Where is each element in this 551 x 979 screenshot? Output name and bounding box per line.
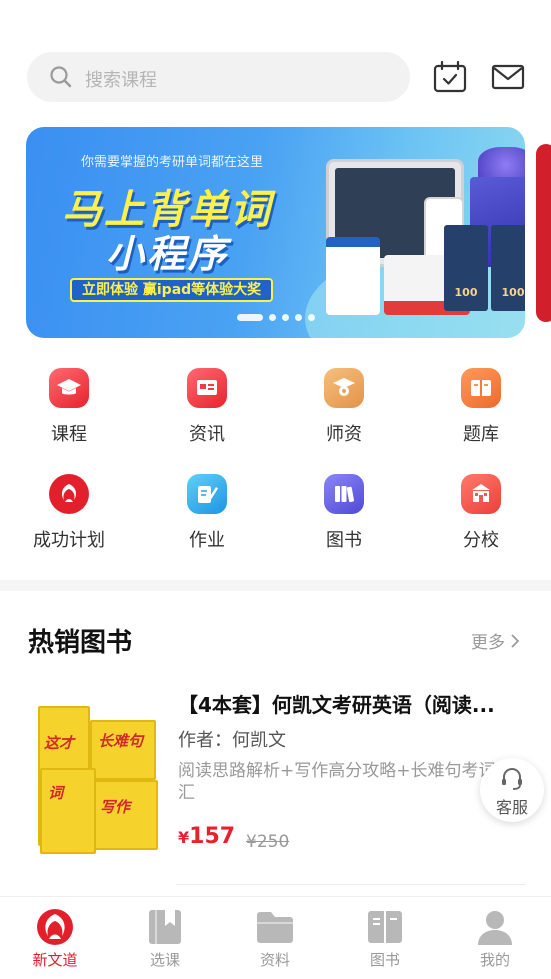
carousel-dot[interactable] (308, 314, 315, 321)
school-icon (461, 474, 501, 514)
price-value: 157 (189, 824, 236, 849)
news-icon (187, 368, 227, 408)
tab-courses[interactable]: 选课 (125, 907, 205, 970)
banner-cta[interactable]: 立即体验 赢ipad等体验大奖 (70, 278, 274, 302)
more-label: 更多 (471, 633, 505, 653)
top-header: 搜索课程 (27, 52, 527, 104)
category-label: 分校 (463, 530, 499, 551)
section-title: 热销图书 (28, 628, 133, 658)
book-original-price: ¥250 (246, 832, 290, 852)
list-separator (176, 884, 526, 885)
category-label: 师资 (326, 424, 362, 445)
carousel-dot[interactable] (282, 314, 289, 321)
question-bank-icon (461, 368, 501, 408)
carousel-dot[interactable] (295, 314, 302, 321)
tab-label: 图书 (369, 951, 400, 969)
gift-bag-image: 100 (491, 225, 525, 311)
homework-icon (187, 474, 227, 514)
books-icon (324, 474, 364, 514)
graduation-cap-icon (49, 368, 89, 408)
category-label: 图书 (326, 530, 362, 551)
tab-label: 我的 (479, 951, 510, 969)
tab-label: 新文道 (32, 951, 78, 969)
bottom-tab-bar: 新文道 选课 资料 图书 我的 (0, 896, 551, 979)
bookmark-book-icon (125, 907, 205, 947)
carousel-dot[interactable] (269, 314, 276, 321)
category-question-bank[interactable]: 题库 (431, 368, 531, 446)
currency-symbol: ¥ (178, 828, 190, 847)
book-cover-image: 这才 长难句 词 写作 (38, 700, 158, 856)
category-label: 作业 (189, 530, 225, 551)
book-price: ¥157 (178, 824, 235, 849)
promo-banner[interactable]: 你需要掌握的考研单词都在这里 马上背单词 小程序 立即体验 赢ipad等体验大奖… (26, 127, 525, 338)
vocab-card-image (326, 237, 380, 315)
section-divider (0, 580, 551, 591)
headset-icon (500, 766, 524, 796)
chevron-right-icon (510, 633, 520, 653)
book-title[interactable]: 【4本套】何凯文考研英语（阅读... (178, 689, 528, 718)
customer-service-label: 客服 (495, 798, 528, 817)
folder-icon (235, 907, 315, 947)
carousel-dot[interactable] (237, 314, 263, 321)
carousel-indicator (237, 314, 315, 321)
tab-books[interactable]: 图书 (345, 907, 425, 970)
tab-profile[interactable]: 我的 (455, 907, 535, 970)
tab-label: 选课 (149, 951, 180, 969)
customer-service-button[interactable]: 客服 (480, 758, 544, 822)
book-description: 阅读思路解析+写作高分攻略+长难句考词汇 (178, 761, 496, 803)
tab-home[interactable]: 新文道 (15, 907, 95, 970)
more-link[interactable]: 更多 (471, 628, 520, 653)
category-books[interactable]: 图书 (294, 474, 394, 552)
mail-icon[interactable] (491, 60, 525, 94)
search-icon (49, 65, 73, 93)
category-news[interactable]: 资讯 (157, 368, 257, 446)
search-input[interactable]: 搜索课程 (27, 52, 410, 102)
category-teachers[interactable]: 师资 (294, 368, 394, 446)
banner-title-line2: 小程序 (106, 232, 230, 276)
user-icon (455, 907, 535, 947)
teacher-icon (324, 368, 364, 408)
book-author: 作者：何凯文 (178, 730, 286, 751)
banner-subtitle: 你需要掌握的考研单词都在这里 (81, 155, 264, 170)
phoenix-logo-icon (49, 474, 89, 514)
category-label: 课程 (51, 424, 87, 445)
category-homework[interactable]: 作业 (157, 474, 257, 552)
category-label: 成功计划 (33, 530, 105, 551)
next-banner-peek[interactable] (536, 144, 551, 322)
open-book-icon (345, 907, 425, 947)
category-label: 资讯 (189, 424, 225, 445)
category-branch-schools[interactable]: 分校 (431, 474, 531, 552)
category-courses[interactable]: 课程 (19, 368, 119, 446)
tab-materials[interactable]: 资料 (235, 907, 315, 970)
category-success-plan[interactable]: 成功计划 (19, 474, 119, 552)
category-label: 题库 (463, 424, 499, 445)
book-item[interactable]: 这才 长难句 词 写作 【4本套】何凯文考研英语（阅读... 作者：何凯文 阅读… (30, 692, 525, 878)
gift-bag-image: 100 (444, 225, 488, 311)
search-placeholder: 搜索课程 (85, 70, 157, 91)
phoenix-logo-icon (15, 907, 95, 947)
tab-label: 资料 (259, 951, 290, 969)
calendar-check-icon[interactable] (433, 60, 467, 94)
